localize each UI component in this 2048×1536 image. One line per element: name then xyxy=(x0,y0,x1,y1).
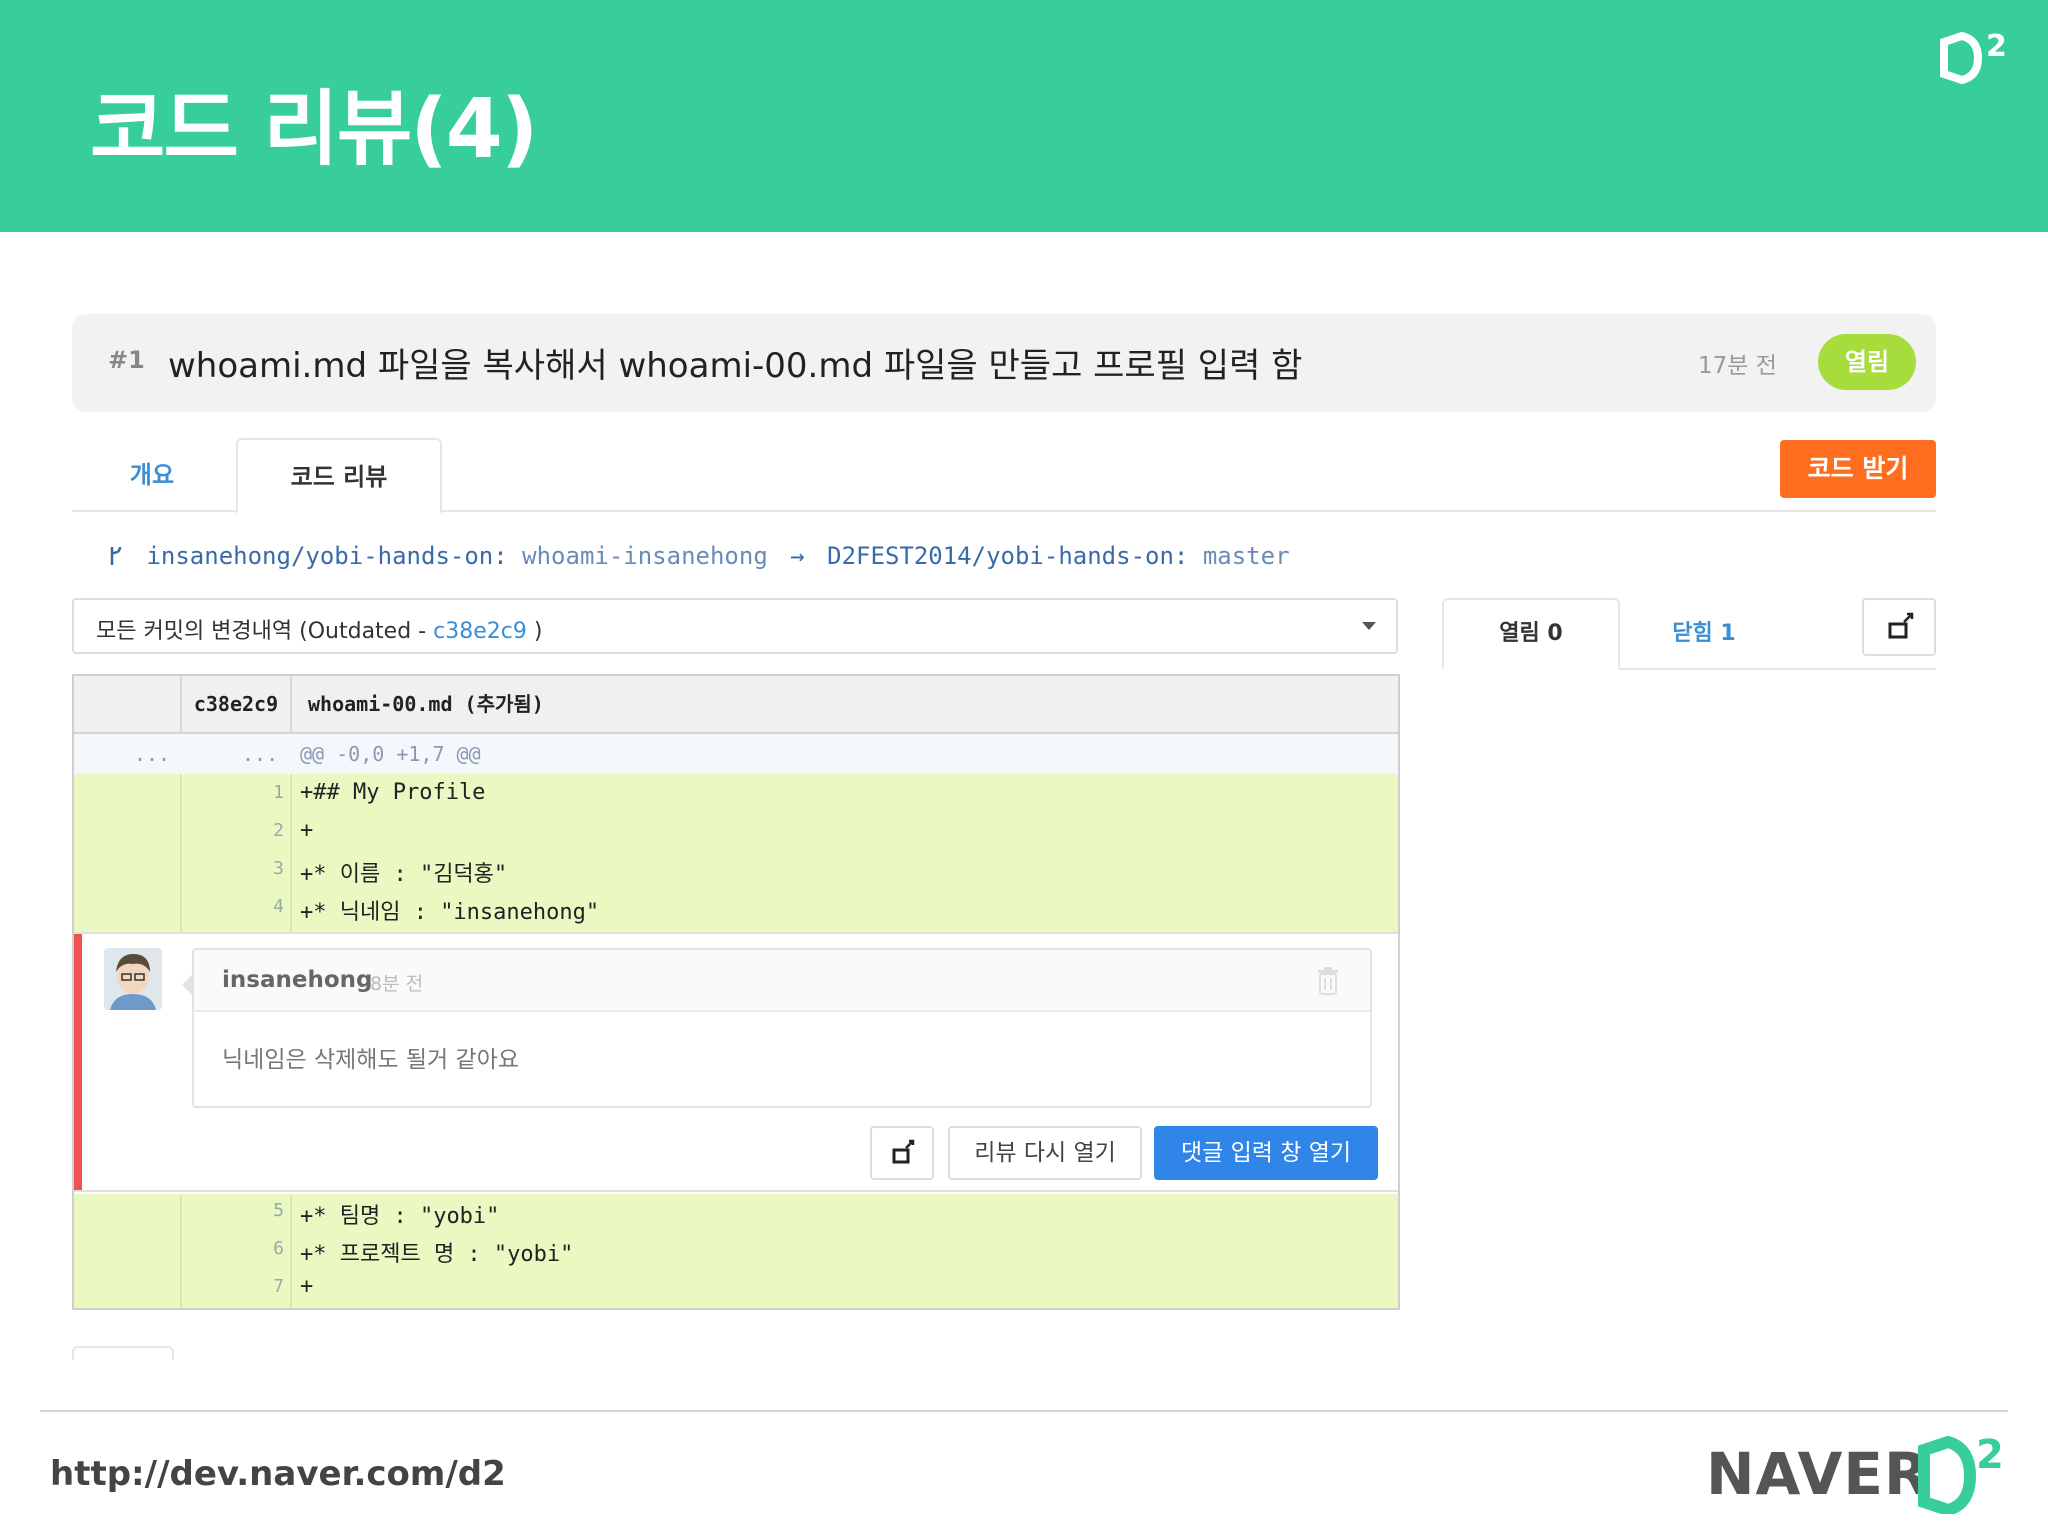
comment-author[interactable]: insanehong xyxy=(222,967,372,993)
expand-icon xyxy=(892,1139,915,1164)
branch-line: insanehong/yobi-hands-on: whoami-insaneh… xyxy=(108,542,1290,570)
slide-title: 코드 리뷰(4) xyxy=(90,82,538,177)
svg-text:2: 2 xyxy=(1986,29,2007,64)
code-line[interactable]: 6 +* 프로젝트 명 : "yobi" xyxy=(74,1232,1398,1270)
added-lines-block: 1 +## My Profile 2 + 3 +* 이름 : "김덕홍" 4 +* 닉네… xyxy=(74,774,1398,932)
tab-code-review[interactable]: 코드 리뷰 xyxy=(236,438,442,514)
partial-tab xyxy=(72,1346,174,1360)
diff-view: c38e2c9 whoami-00.md (추가됨) ... ... @@ -0… xyxy=(72,674,1400,1310)
code-line[interactable]: 4 +* 닉네임 : "insanehong" xyxy=(74,890,1398,928)
svg-text:2: 2 xyxy=(1976,1432,2004,1478)
comment-time: 8분 전 xyxy=(370,973,424,995)
comment-body: 닉네임은 삭제해도 될거 같아요 xyxy=(222,1047,520,1073)
d2-brand-icon: 2 xyxy=(1918,1432,2004,1514)
comment-header: insanehong 8분 전 xyxy=(194,950,1370,1012)
avatar[interactable] xyxy=(104,948,162,1010)
slide-header: 코드 리뷰(4) 2 xyxy=(0,0,2048,232)
expand-icon xyxy=(1888,612,1914,639)
code-line[interactable]: 2 + xyxy=(74,814,1398,852)
diff-commit-hash: c38e2c9 xyxy=(182,676,292,732)
source-branch[interactable]: whoami-insanehong xyxy=(522,542,768,570)
footer-divider xyxy=(40,1410,2008,1412)
pr-title[interactable]: whoami.md 파일을 복사해서 whoami-00.md 파일을 만들고 … xyxy=(168,338,1302,387)
added-lines-block: 5 +* 팀명 : "yobi" 6 +* 프로젝트 명 : "yobi" 7 + xyxy=(74,1194,1398,1308)
chevron-down-icon xyxy=(1362,622,1376,630)
diff-file-name[interactable]: whoami-00.md (추가됨) xyxy=(308,676,544,732)
d2-logo-icon: 2 xyxy=(1940,29,2007,85)
open-comment-input-button[interactable]: 댓글 입력 창 열기 xyxy=(1154,1126,1378,1180)
tab-overview[interactable]: 개요 xyxy=(72,438,232,512)
footer-url[interactable]: http://dev.naver.com/d2 xyxy=(50,1454,506,1494)
tab-reviews-open[interactable]: 열림 0 xyxy=(1442,598,1620,670)
hunk-header: ... ... @@ -0,0 +1,7 @@ xyxy=(74,734,1398,774)
branch-icon xyxy=(110,546,122,565)
target-branch[interactable]: master xyxy=(1203,542,1290,570)
naver-logo: NAVER xyxy=(1706,1440,1930,1508)
target-repo[interactable]: D2FEST2014/yobi-hands-on: xyxy=(827,542,1188,570)
trash-icon[interactable] xyxy=(1316,966,1340,996)
commit-hash: c38e2c9 xyxy=(433,619,527,644)
tab-bar: 개요 코드 리뷰 xyxy=(72,438,1936,514)
comment-box: insanehong 8분 전 닉네임은 삭제해도 될거 같아요 xyxy=(192,948,1372,1108)
commit-select-label: 모든 커밋의 변경내역 (Outdated - c38e2c9 ) xyxy=(96,619,543,644)
code-line[interactable]: 3 +* 이름 : "김덕홍" xyxy=(74,852,1398,890)
review-panel-tabs: 열림 0 닫힘 1 xyxy=(1442,598,1936,670)
commit-select[interactable]: 모든 커밋의 변경내역 (Outdated - c38e2c9 ) xyxy=(72,598,1398,654)
hunk-range: @@ -0,0 +1,7 @@ xyxy=(300,742,481,766)
expand-thread-button[interactable] xyxy=(870,1126,934,1180)
status-badge: 열림 xyxy=(1818,334,1916,390)
tab-reviews-closed[interactable]: 닫힘 1 xyxy=(1624,598,1784,670)
old-line-gutter-header xyxy=(74,676,182,732)
pr-number: #1 xyxy=(108,346,145,374)
arrow-right-icon: → xyxy=(790,542,805,570)
review-comment-thread: insanehong 8분 전 닉네임은 삭제해도 될거 같아요 리뷰 다시 열… xyxy=(74,932,1398,1192)
pull-request-bar: #1 whoami.md 파일을 복사해서 whoami-00.md 파일을 만… xyxy=(72,314,1936,412)
code-line[interactable]: 5 +* 팀명 : "yobi" xyxy=(74,1194,1398,1232)
get-code-button[interactable]: 코드 받기 xyxy=(1780,440,1936,498)
expand-button[interactable] xyxy=(1862,598,1936,656)
code-line[interactable]: 1 +## My Profile xyxy=(74,776,1398,814)
source-repo[interactable]: insanehong/yobi-hands-on: xyxy=(146,542,507,570)
diff-file-header: c38e2c9 whoami-00.md (추가됨) xyxy=(74,676,1398,734)
comment-marker xyxy=(74,934,82,1190)
code-line[interactable]: 7 + xyxy=(74,1270,1398,1308)
reopen-review-button[interactable]: 리뷰 다시 열기 xyxy=(948,1126,1142,1180)
pr-time: 17분 전 xyxy=(1698,353,1777,379)
